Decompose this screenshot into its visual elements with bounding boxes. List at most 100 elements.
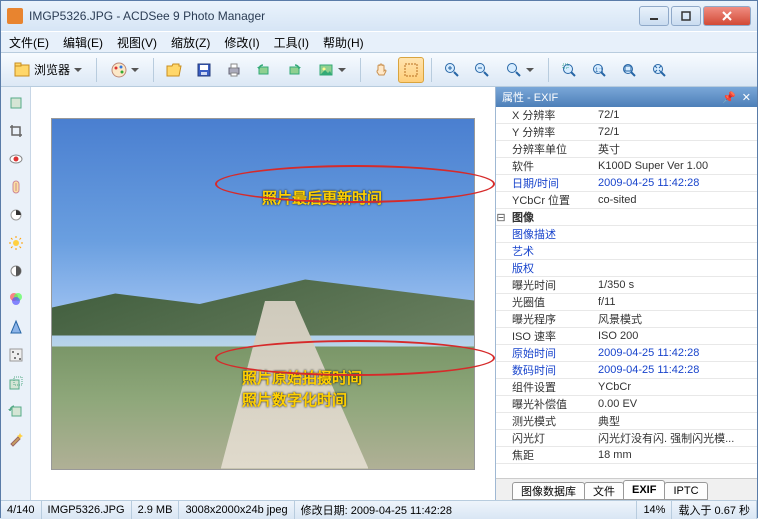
side-redeye[interactable] bbox=[4, 147, 28, 171]
browser-label: 浏览器 bbox=[34, 61, 70, 78]
property-row: 测光模式典型 bbox=[496, 413, 757, 430]
panel-body[interactable]: X 分辨率72/1Y 分辨率72/1分辨率单位英寸软件K100D Super V… bbox=[496, 107, 757, 478]
minimize-button[interactable] bbox=[639, 6, 669, 26]
zoom-actual-button[interactable]: 1:1 bbox=[586, 57, 612, 83]
palette-button[interactable] bbox=[104, 57, 146, 83]
folder-open-icon bbox=[166, 62, 182, 78]
maximize-button[interactable] bbox=[671, 6, 701, 26]
side-select[interactable] bbox=[4, 91, 28, 115]
property-row[interactable]: 版权 bbox=[496, 260, 757, 277]
annot-digital: 照片数字化时间 bbox=[242, 389, 347, 410]
side-expose[interactable] bbox=[4, 203, 28, 227]
property-row: YCbCr 位置co-sited bbox=[496, 192, 757, 209]
side-color[interactable] bbox=[4, 287, 28, 311]
status-dimensions: 3008x2000x24b jpeg bbox=[179, 501, 294, 519]
menu-item[interactable]: 编辑(E) bbox=[63, 34, 103, 51]
property-row[interactable]: 日期/时间2009-04-25 11:42:28 bbox=[496, 175, 757, 192]
side-effects[interactable] bbox=[4, 427, 28, 451]
side-sharpen[interactable] bbox=[4, 315, 28, 339]
property-row[interactable]: 原始时间2009-04-25 11:42:28 bbox=[496, 345, 757, 362]
property-row: 组件设置YCbCr bbox=[496, 379, 757, 396]
image-icon bbox=[318, 62, 334, 78]
panel-title: 属性 - EXIF 📌 ✕ bbox=[496, 87, 757, 107]
property-row: 焦距18 mm bbox=[496, 447, 757, 464]
property-row: 曝光程序风景模式 bbox=[496, 311, 757, 328]
zoom-region-button[interactable] bbox=[556, 57, 582, 83]
open-button[interactable] bbox=[161, 57, 187, 83]
status-zoom: 14% bbox=[637, 501, 672, 519]
annot-original: 照片原始拍摄时间 bbox=[242, 367, 362, 388]
zoom-fit2-icon bbox=[651, 62, 667, 78]
side-resize[interactable] bbox=[4, 371, 28, 395]
panel-tab[interactable]: IPTC bbox=[664, 482, 707, 500]
property-row[interactable]: 数码时间2009-04-25 11:42:28 bbox=[496, 362, 757, 379]
property-row: ⊟图像 bbox=[496, 209, 757, 226]
panel-close-icon[interactable]: ✕ bbox=[742, 91, 751, 104]
side-noise[interactable] bbox=[4, 343, 28, 367]
zoom-in-button[interactable] bbox=[439, 57, 465, 83]
property-row: Y 分辨率72/1 bbox=[496, 124, 757, 141]
select-button[interactable] bbox=[398, 57, 424, 83]
statusbar: 4/140 IMGP5326.JPG 2.9 MB 3008x2000x24b … bbox=[1, 500, 757, 519]
rotate-left-button[interactable] bbox=[251, 57, 277, 83]
hand-icon bbox=[373, 62, 389, 78]
zoom-out-button[interactable] bbox=[469, 57, 495, 83]
image-viewer[interactable]: 照片最后更新时间 照片原始拍摄时间 照片数字化时间 bbox=[31, 87, 495, 500]
property-row: 分辨率单位英寸 bbox=[496, 141, 757, 158]
panel-tab[interactable]: EXIF bbox=[623, 480, 665, 500]
select-icon bbox=[403, 62, 419, 78]
menu-item[interactable]: 文件(E) bbox=[9, 34, 49, 51]
status-modified: 修改日期: 2009-04-25 11:42:28 bbox=[295, 501, 638, 519]
zoom-fit-icon bbox=[621, 62, 637, 78]
menu-item[interactable]: 修改(I) bbox=[224, 34, 259, 51]
menu-item[interactable]: 视图(V) bbox=[117, 34, 157, 51]
side-rotate[interactable] bbox=[4, 399, 28, 423]
image-tool-button[interactable] bbox=[311, 57, 353, 83]
property-row[interactable]: 艺术 bbox=[496, 243, 757, 260]
property-row[interactable]: 图像描述 bbox=[496, 226, 757, 243]
property-row: 软件K100D Super Ver 1.00 bbox=[496, 158, 757, 175]
property-row: X 分辨率72/1 bbox=[496, 107, 757, 124]
side-heal[interactable] bbox=[4, 175, 28, 199]
zoom-dropdown[interactable] bbox=[499, 57, 541, 83]
menu-item[interactable]: 缩放(Z) bbox=[171, 34, 210, 51]
side-toolbar bbox=[1, 87, 31, 500]
dropdown-icon bbox=[74, 66, 82, 74]
rotate-right-button[interactable] bbox=[281, 57, 307, 83]
side-crop[interactable] bbox=[4, 119, 28, 143]
panel-tab[interactable]: 图像数据库 bbox=[512, 482, 585, 500]
browser-icon bbox=[14, 62, 30, 78]
save-button[interactable] bbox=[191, 57, 217, 83]
status-loaded: 载入于 0.67 秒 bbox=[672, 501, 757, 519]
status-position: 4/140 bbox=[1, 501, 42, 519]
panel-tabs: 图像数据库文件EXIFIPTC bbox=[496, 478, 757, 500]
menu-item[interactable]: 帮助(H) bbox=[323, 34, 364, 51]
annot-last-modified: 照片最后更新时间 bbox=[262, 187, 382, 208]
pin-icon[interactable]: 📌 bbox=[722, 91, 736, 104]
status-filename: IMGP5326.JPG bbox=[42, 501, 132, 519]
browser-button[interactable]: 浏览器 bbox=[7, 57, 89, 83]
zoom-icon bbox=[506, 62, 522, 78]
zoom-fit2-button[interactable] bbox=[646, 57, 672, 83]
save-icon bbox=[196, 62, 212, 78]
menu-item[interactable]: 工具(I) bbox=[274, 34, 309, 51]
property-row: ISO 速率ISO 200 bbox=[496, 328, 757, 345]
panel-tab[interactable]: 文件 bbox=[584, 482, 624, 500]
app-icon bbox=[7, 8, 23, 24]
rotate-right-icon bbox=[286, 62, 302, 78]
zoom-fit-button[interactable] bbox=[616, 57, 642, 83]
zoom-in-icon bbox=[444, 62, 460, 78]
rotate-left-icon bbox=[256, 62, 272, 78]
side-brightness[interactable] bbox=[4, 231, 28, 255]
titlebar: IMGP5326.JPG - ACDSee 9 Photo Manager bbox=[1, 1, 757, 31]
close-button[interactable] bbox=[703, 6, 751, 26]
properties-panel: 属性 - EXIF 📌 ✕ X 分辨率72/1Y 分辨率72/1分辨率单位英寸软… bbox=[495, 87, 757, 500]
window-title: IMGP5326.JPG - ACDSee 9 Photo Manager bbox=[29, 9, 637, 23]
side-shadow[interactable] bbox=[4, 259, 28, 283]
zoom-out-icon bbox=[474, 62, 490, 78]
photo: 照片最后更新时间 照片原始拍摄时间 照片数字化时间 bbox=[51, 118, 475, 470]
palette-icon bbox=[111, 62, 127, 78]
property-row: 曝光补偿值0.00 EV bbox=[496, 396, 757, 413]
pan-button[interactable] bbox=[368, 57, 394, 83]
print-button[interactable] bbox=[221, 57, 247, 83]
